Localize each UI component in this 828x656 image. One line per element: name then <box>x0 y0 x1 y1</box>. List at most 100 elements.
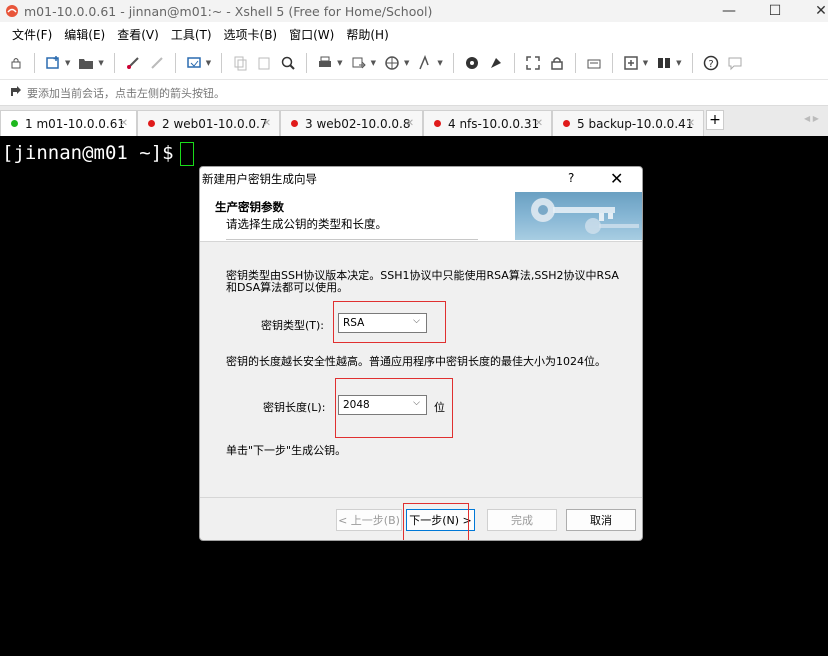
status-dot-icon <box>434 120 441 127</box>
dialog-footer-divider <box>200 497 642 498</box>
tab-session-3[interactable]: 3 web02-10.0.0.8 ✕ <box>280 110 423 136</box>
font-dropdown-icon[interactable]: ▼ <box>437 59 442 67</box>
print-icon[interactable] <box>316 54 334 72</box>
menu-file[interactable]: 文件(F) <box>6 26 58 43</box>
minimize-button[interactable]: — <box>706 0 752 22</box>
new-session-dropdown-icon[interactable]: ▼ <box>65 59 70 67</box>
tab-label: 1 m01-10.0.0.61 <box>25 116 125 131</box>
toolbar-separator <box>611 52 613 73</box>
globe-dropdown-icon[interactable]: ▼ <box>404 59 409 67</box>
tab-session-2[interactable]: 2 web01-10.0.0.7 ✕ <box>137 110 280 136</box>
menu-tabs[interactable]: 选项卡(B) <box>218 26 284 43</box>
layout-dropdown-icon[interactable]: ▼ <box>676 59 681 67</box>
globe-icon[interactable] <box>383 54 401 72</box>
layout-icon[interactable] <box>655 54 673 72</box>
keyboard-icon[interactable] <box>585 54 603 72</box>
toolbar-separator <box>113 52 115 73</box>
reconnect-dropdown-icon[interactable]: ▼ <box>206 59 211 67</box>
new-session-icon[interactable] <box>44 54 62 72</box>
new-window-dropdown-icon[interactable]: ▼ <box>643 59 648 67</box>
tab-close-icon[interactable]: ✕ <box>535 118 543 129</box>
tab-close-icon[interactable]: ✕ <box>406 118 414 129</box>
status-dot-icon <box>291 120 298 127</box>
transfer-dropdown-icon[interactable]: ▼ <box>371 59 376 67</box>
menu-help[interactable]: 帮助(H) <box>340 26 394 43</box>
key-length-label: 密钥长度(L): <box>263 401 326 414</box>
lock-icon[interactable] <box>548 54 566 72</box>
toolbar-separator <box>34 52 35 73</box>
dialog-close-button[interactable]: ✕ <box>610 169 623 188</box>
add-tab-button[interactable]: + <box>706 110 724 130</box>
tab-label: 3 web02-10.0.0.8 <box>305 116 411 131</box>
terminal-cursor <box>180 142 194 166</box>
connect-icon[interactable] <box>124 54 142 72</box>
keymap-icon[interactable] <box>487 54 505 72</box>
menu-tools[interactable]: 工具(T) <box>165 26 218 43</box>
lock-small-icon[interactable] <box>7 54 25 72</box>
open-dropdown-icon[interactable]: ▼ <box>98 59 103 67</box>
dialog-help-button[interactable]: ? <box>568 171 574 185</box>
tab-close-icon[interactable]: ✕ <box>263 118 271 129</box>
close-button[interactable]: ✕ <box>798 0 828 22</box>
toolbar-separator <box>574 52 576 73</box>
window-title: m01-10.0.0.61 - jinnan@m01:~ - Xshell 5 … <box>24 3 433 19</box>
highlight-box-key-type <box>333 301 446 343</box>
svg-text:?: ? <box>708 59 713 70</box>
fullscreen-icon[interactable] <box>524 54 542 72</box>
cancel-button[interactable]: 取消 <box>566 509 636 531</box>
shell-prompt: [jinnan@m01 ~]$ <box>2 142 186 164</box>
wizard-header: 生产密钥参数 请选择生成公钥的类型和长度。 <box>200 191 642 242</box>
font-icon[interactable] <box>416 54 434 72</box>
menu-edit[interactable]: 编辑(E) <box>58 26 111 43</box>
paste-icon[interactable] <box>255 54 273 72</box>
finish-button[interactable]: 完成 <box>487 509 557 531</box>
tab-session-1[interactable]: 1 m01-10.0.0.61 ✕ <box>0 110 137 136</box>
script-icon[interactable] <box>463 54 481 72</box>
status-dot-icon <box>563 120 570 127</box>
add-session-arrow-icon[interactable] <box>10 85 22 100</box>
next-instruction: 单击"下一步"生成公钥。 <box>226 444 347 457</box>
toolbar-separator <box>174 52 176 73</box>
key-length-description: 密钥的长度越长安全性越高。普通应用程序中密钥长度的最佳大小为1024位。 <box>226 355 606 368</box>
status-dot-icon <box>148 120 155 127</box>
toolbar: ▼ ▼ ▼ ▼ ▼ ▼ ▼ ▼ ▼ ? <box>0 46 828 80</box>
dialog-title: 新建用户密钥生成向导 <box>202 172 317 186</box>
dialog-title-bar: 新建用户密钥生成向导 ? ✕ <box>200 167 642 191</box>
header-divider <box>226 239 478 240</box>
wizard-body: 密钥类型由SSH协议版本决定。SSH1协议中只能使用RSA算法,SSH2协议中R… <box>200 243 642 498</box>
print-dropdown-icon[interactable]: ▼ <box>337 59 342 67</box>
xshell-app-icon <box>5 4 19 18</box>
copy-icon[interactable] <box>231 54 249 72</box>
chat-icon[interactable] <box>726 54 744 72</box>
find-icon[interactable] <box>279 54 297 72</box>
open-folder-icon[interactable] <box>77 54 95 72</box>
tab-session-4[interactable]: 4 nfs-10.0.0.31 ✕ <box>423 110 552 136</box>
highlight-box-next <box>403 503 469 540</box>
toolbar-separator <box>452 52 454 73</box>
menu-view[interactable]: 查看(V) <box>111 26 165 43</box>
wizard-step-subtitle: 请选择生成公钥的类型和长度。 <box>226 217 387 231</box>
transfer-icon[interactable] <box>350 54 368 72</box>
help-icon[interactable]: ? <box>702 54 720 72</box>
highlight-box-key-length <box>335 378 453 438</box>
new-window-icon[interactable] <box>622 54 640 72</box>
tab-scroll-arrows-icon[interactable]: ◀ ▶ <box>804 114 819 123</box>
tab-label: 2 web01-10.0.0.7 <box>162 116 268 131</box>
title-bar: m01-10.0.0.61 - jinnan@m01:~ - Xshell 5 … <box>0 0 828 22</box>
menu-bar: 文件(F) 编辑(E) 查看(V) 工具(T) 选项卡(B) 窗口(W) 帮助(… <box>0 22 828 46</box>
disconnect-icon[interactable] <box>148 54 166 72</box>
tab-label: 4 nfs-10.0.0.31 <box>448 116 540 131</box>
session-tab-bar: 1 m01-10.0.0.61 ✕ 2 web01-10.0.0.7 ✕ 3 w… <box>0 106 828 136</box>
key-type-label: 密钥类型(T): <box>261 319 325 332</box>
tab-close-icon[interactable]: ✕ <box>687 118 695 129</box>
menu-window[interactable]: 窗口(W) <box>283 26 340 43</box>
key-type-description: 密钥类型由SSH协议版本决定。SSH1协议中只能使用RSA算法,SSH2协议中R… <box>226 269 619 294</box>
wizard-step-title: 生产密钥参数 <box>215 200 284 214</box>
tab-session-5[interactable]: 5 backup-10.0.0.41 ✕ <box>552 110 704 136</box>
back-button[interactable]: < 上一步(B) <box>336 509 402 531</box>
maximize-button[interactable]: ☐ <box>752 0 798 22</box>
tab-close-icon[interactable]: ✕ <box>120 118 128 129</box>
hint-text: 要添加当前会话，点击左侧的箭头按钮。 <box>27 86 225 100</box>
reconnect-icon[interactable] <box>185 54 203 72</box>
session-hint-bar: 要添加当前会话，点击左侧的箭头按钮。 <box>0 80 828 106</box>
